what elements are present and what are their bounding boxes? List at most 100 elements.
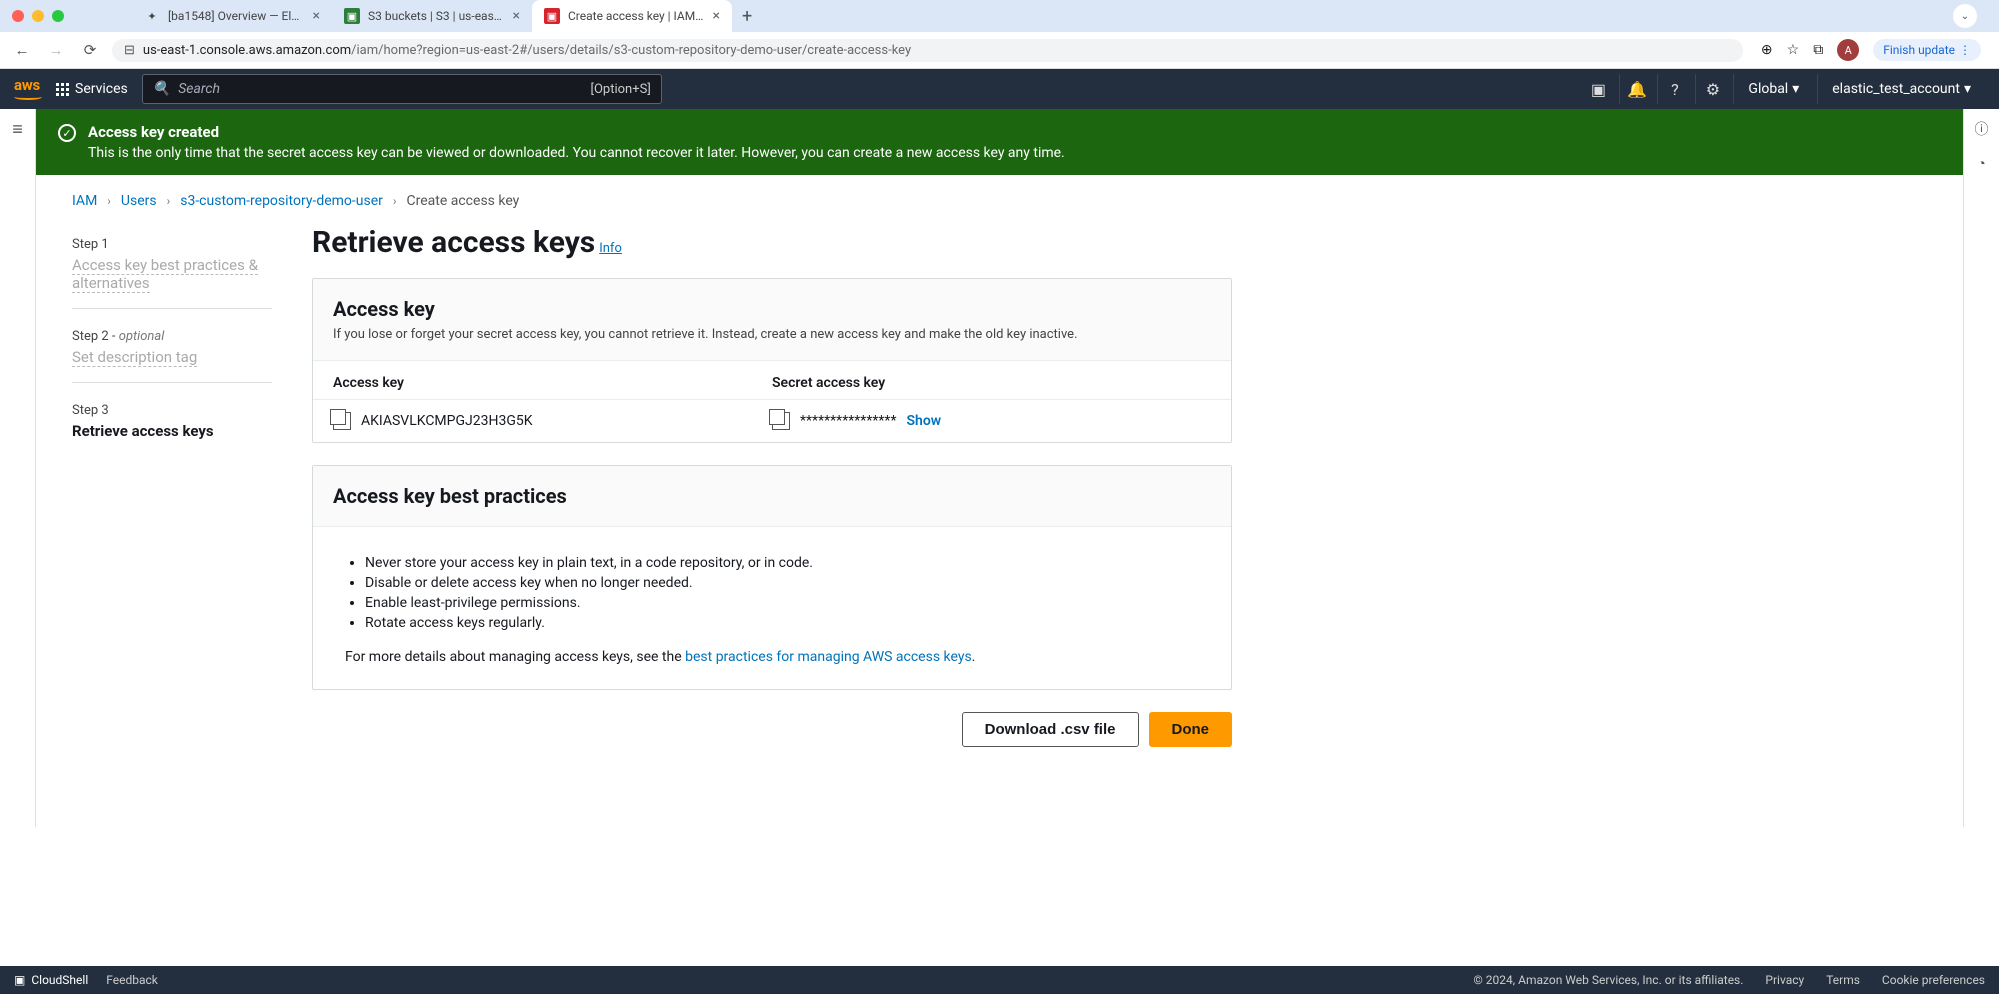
footer-right: © 2024, Amazon Web Services, Inc. or its… bbox=[1473, 973, 1985, 987]
step-optional-label: optional bbox=[119, 329, 165, 344]
extensions-icon[interactable]: ⧉ bbox=[1813, 42, 1823, 58]
region-selector[interactable]: Global ▾ bbox=[1733, 74, 1813, 104]
browser-tab-s3[interactable]: ▣ S3 buckets | S3 | us-east-2 × bbox=[332, 0, 532, 32]
chevron-right-icon: › bbox=[107, 194, 111, 208]
search-placeholder: Search bbox=[178, 81, 220, 97]
new-tab-button[interactable]: + bbox=[732, 6, 762, 27]
search-icon: 🔍 bbox=[153, 81, 170, 97]
step-2: Step 2 - optional Set description tag bbox=[72, 319, 272, 393]
secret-key-mask: **************** bbox=[800, 413, 896, 429]
cookie-prefs-link[interactable]: Cookie preferences bbox=[1882, 973, 1985, 987]
search-shortcut: [Option+S] bbox=[591, 82, 651, 97]
banner-text: This is the only time that the secret ac… bbox=[88, 145, 1065, 161]
list-item: Never store your access key in plain tex… bbox=[365, 555, 1199, 571]
main-column: ✓ Access key created This is the only ti… bbox=[36, 109, 1963, 827]
access-key-cell: AKIASVLKCMPGJ23H3G5K bbox=[333, 412, 772, 430]
crumb-users[interactable]: Users bbox=[121, 193, 157, 209]
back-button[interactable]: ← bbox=[10, 38, 34, 62]
access-key-value: AKIASVLKCMPGJ23H3G5K bbox=[361, 413, 533, 429]
browser-tab-iam[interactable]: ▣ Create access key | IAM | Glo × bbox=[532, 0, 732, 32]
panel-heading: Access key bbox=[333, 297, 1211, 321]
cloudshell-icon[interactable]: ▣ bbox=[1581, 74, 1615, 104]
best-practices-link[interactable]: best practices for managing AWS access k… bbox=[685, 649, 972, 665]
search-input[interactable]: 🔍 Search [Option+S] bbox=[142, 74, 662, 104]
zoom-icon[interactable]: ⊕ bbox=[1761, 42, 1773, 58]
panel-subtext: If you lose or forget your secret access… bbox=[333, 327, 1211, 342]
account-menu[interactable]: elastic_test_account ▾ bbox=[1817, 74, 1985, 104]
info-panel-icon[interactable]: ⓘ bbox=[1975, 119, 1989, 139]
best-practices-panel: Access key best practices Never store yo… bbox=[312, 465, 1232, 690]
close-tab-icon[interactable]: × bbox=[313, 8, 320, 24]
finish-update-button[interactable]: Finish update ⋮ bbox=[1873, 39, 1981, 61]
info-link[interactable]: Info bbox=[599, 241, 622, 256]
chevron-right-icon: › bbox=[167, 194, 171, 208]
favicon-iam: ▣ bbox=[544, 8, 560, 24]
crumb-iam[interactable]: IAM bbox=[72, 193, 97, 209]
browser-tabs: ✦ [ba1548] Overview — Elastic × ▣ S3 buc… bbox=[132, 0, 1945, 32]
best-practices-more: For more details about managing access k… bbox=[345, 649, 1199, 665]
close-tab-icon[interactable]: × bbox=[513, 8, 520, 24]
best-practices-list: Never store your access key in plain tex… bbox=[365, 555, 1199, 631]
browser-tab-elastic[interactable]: ✦ [ba1548] Overview — Elastic × bbox=[132, 0, 332, 32]
caret-down-icon: ▾ bbox=[1964, 81, 1971, 97]
reload-button[interactable]: ⟳ bbox=[78, 38, 102, 62]
chrome-actions: ⊕ ☆ ⧉ A Finish update ⋮ bbox=[1753, 39, 1989, 61]
column-access-key: Access key bbox=[333, 375, 772, 391]
step-title[interactable]: Set description tag bbox=[72, 348, 197, 367]
key-row: AKIASVLKCMPGJ23H3G5K **************** Sh… bbox=[313, 400, 1231, 442]
done-button[interactable]: Done bbox=[1149, 712, 1233, 747]
breadcrumb: IAM › Users › s3-custom-repository-demo-… bbox=[36, 175, 1963, 219]
panel-header: Access key If you lose or forget your se… bbox=[313, 279, 1231, 361]
panel-header: Access key best practices bbox=[313, 466, 1231, 527]
favicon-elastic: ✦ bbox=[144, 8, 160, 24]
main-content: Retrieve access keysInfo Access key If y… bbox=[312, 219, 1232, 747]
privacy-link[interactable]: Privacy bbox=[1765, 973, 1804, 987]
key-headers: Access key Secret access key bbox=[313, 361, 1231, 400]
success-banner: ✓ Access key created This is the only ti… bbox=[36, 109, 1963, 175]
panel-heading: Access key best practices bbox=[333, 484, 1211, 508]
step-title[interactable]: Access key best practices & alternatives bbox=[72, 256, 258, 293]
window-controls: ✦ [ba1548] Overview — Elastic × ▣ S3 buc… bbox=[0, 0, 1999, 32]
step-1: Step 1 Access key best practices & alter… bbox=[72, 227, 272, 319]
services-label: Services bbox=[75, 81, 128, 97]
address-bar[interactable]: ⊟ us-east-1.console.aws.amazon.com/iam/h… bbox=[112, 39, 1743, 62]
access-key-panel: Access key If you lose or forget your se… bbox=[312, 278, 1232, 443]
check-circle-icon: ✓ bbox=[58, 124, 76, 142]
copy-secret-key-icon[interactable] bbox=[772, 412, 790, 430]
bookmark-icon[interactable]: ☆ bbox=[1787, 42, 1800, 58]
menu-toggle-icon[interactable]: ≡ bbox=[12, 119, 23, 140]
step-number: Step 2 bbox=[72, 329, 109, 344]
chevron-right-icon: › bbox=[393, 194, 397, 208]
notifications-icon[interactable]: 🔔 bbox=[1619, 74, 1653, 104]
download-csv-button[interactable]: Download .csv file bbox=[962, 712, 1139, 747]
button-row: Download .csv file Done bbox=[312, 712, 1232, 747]
close-window-icon[interactable] bbox=[12, 10, 24, 22]
crumb-user[interactable]: s3-custom-repository-demo-user bbox=[180, 193, 383, 209]
help-icon[interactable]: ? bbox=[1657, 74, 1691, 104]
site-info-icon[interactable]: ⊟ bbox=[124, 43, 135, 58]
settings-icon[interactable]: ⚙ bbox=[1695, 74, 1729, 104]
forward-button[interactable]: → bbox=[44, 38, 68, 62]
app-body: ≡ ✓ Access key created This is the only … bbox=[0, 109, 1999, 827]
tab-title: S3 buckets | S3 | us-east-2 bbox=[368, 9, 505, 23]
secret-key-cell: **************** Show bbox=[772, 412, 1211, 430]
aws-top-nav: aws Services 🔍 Search [Option+S] ▣ 🔔 ? ⚙… bbox=[0, 69, 1999, 109]
copy-access-key-icon[interactable] bbox=[333, 412, 351, 430]
tabs-dropdown-button[interactable]: ⌄ bbox=[1953, 4, 1977, 28]
profile-avatar[interactable]: A bbox=[1837, 39, 1859, 61]
preferences-panel-icon[interactable]: ◔ bbox=[1977, 155, 1985, 172]
cloudshell-button[interactable]: ▣ CloudShell bbox=[14, 973, 88, 987]
services-menu-button[interactable]: Services bbox=[56, 81, 128, 97]
terms-link[interactable]: Terms bbox=[1826, 973, 1860, 987]
aws-footer: ▣ CloudShell Feedback © 2024, Amazon Web… bbox=[0, 966, 1999, 994]
aws-logo[interactable]: aws bbox=[14, 78, 42, 100]
maximize-window-icon[interactable] bbox=[52, 10, 64, 22]
step-number: Step 1 bbox=[72, 237, 272, 252]
minimize-window-icon[interactable] bbox=[32, 10, 44, 22]
list-item: Rotate access keys regularly. bbox=[365, 615, 1199, 631]
copyright-text: © 2024, Amazon Web Services, Inc. or its… bbox=[1473, 973, 1743, 987]
column-secret-key: Secret access key bbox=[772, 375, 1211, 391]
show-secret-button[interactable]: Show bbox=[906, 413, 941, 429]
feedback-link[interactable]: Feedback bbox=[106, 973, 158, 987]
close-tab-icon[interactable]: × bbox=[713, 8, 720, 24]
